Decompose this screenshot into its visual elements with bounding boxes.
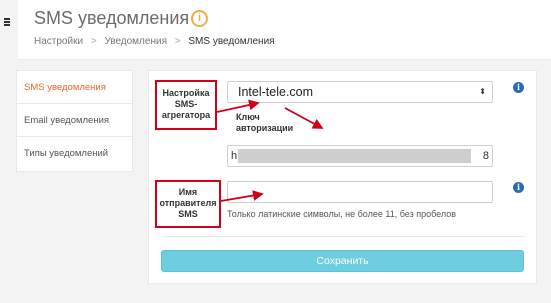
- auth-key-redaction: [238, 149, 471, 163]
- aggregator-label: Настройка SMS-агрегатора: [161, 88, 211, 120]
- sidebar-item-sms[interactable]: SMS уведомления: [17, 71, 132, 104]
- breadcrumb-notifications[interactable]: Уведомления: [104, 36, 167, 47]
- breadcrumb-separator: >: [90, 36, 97, 47]
- info-icon[interactable]: i: [191, 10, 208, 27]
- breadcrumb-current: SMS уведомления: [188, 36, 275, 47]
- sender-label: Имя отправителя SMS: [159, 187, 217, 219]
- save-button[interactable]: Сохранить: [161, 250, 524, 272]
- sidebar-item-types[interactable]: Типы уведомлений: [17, 137, 132, 170]
- sender-help-text: Только латинские символы, не более 11, б…: [227, 209, 456, 219]
- settings-sidebar: SMS уведомления Email уведомления Типы у…: [16, 70, 133, 172]
- aggregator-select[interactable]: Intel-tele.com ⬍: [227, 81, 493, 103]
- breadcrumb: Настройки > Уведомления > SMS уведомлени…: [34, 36, 275, 47]
- form-divider: [163, 236, 525, 237]
- aggregator-selected-value: Intel-tele.com: [238, 85, 314, 99]
- page-header: SMS уведомления i Настройки > Уведомлени…: [18, 0, 551, 60]
- sender-name-input[interactable]: [227, 181, 493, 203]
- select-caret-icon: ⬍: [479, 87, 486, 96]
- aggregator-info-icon[interactable]: i: [513, 82, 524, 93]
- page-title: SMS уведомления: [34, 8, 190, 28]
- auth-key-label: Ключ авторизации: [236, 112, 294, 133]
- auth-key-value-start: h: [231, 150, 238, 162]
- menu-toggle-icon[interactable]: [4, 18, 14, 28]
- auth-key-input[interactable]: h 8: [227, 145, 493, 167]
- sidebar-item-email[interactable]: Email уведомления: [17, 104, 132, 137]
- sender-info-icon[interactable]: i: [513, 182, 524, 193]
- breadcrumb-settings[interactable]: Настройки: [34, 36, 83, 47]
- breadcrumb-separator: >: [174, 36, 181, 47]
- auth-key-value-end: 8: [482, 150, 489, 162]
